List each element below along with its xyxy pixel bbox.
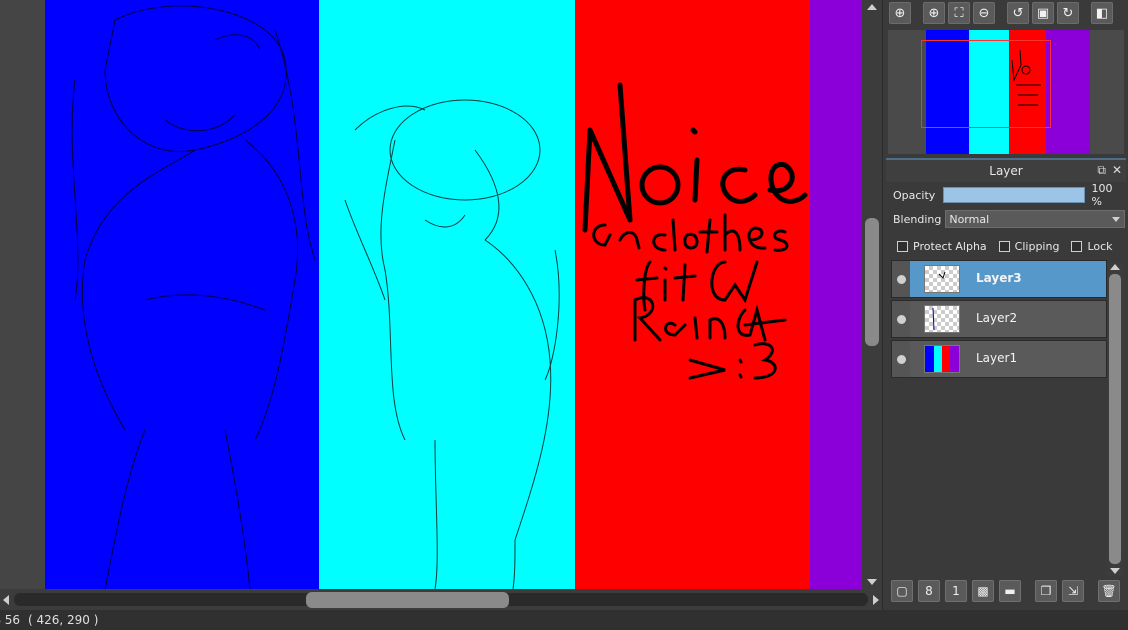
- layer-row-layer1[interactable]: Layer1: [891, 340, 1107, 378]
- layer-list: Layer3 Layer2 Layer1: [889, 260, 1107, 576]
- layer-toolbar: ▢ 8 1 ▩ ▬ ❐ ⇲ 🗑: [891, 580, 1120, 606]
- layer-row-layer3[interactable]: Layer3: [891, 260, 1107, 298]
- blending-row: Blending Normal: [893, 210, 1125, 228]
- checkbox-box[interactable]: [1071, 240, 1083, 252]
- visibility-toggle[interactable]: [892, 261, 910, 297]
- scroll-down-arrow-icon[interactable]: [867, 579, 877, 585]
- new-8bit-layer-icon[interactable]: 8: [918, 580, 940, 602]
- navigator-toolbar: ⊕ ⊕ ⛶ ⊖ ↺ ▣ ↻ ◧: [889, 2, 1113, 26]
- checkbox-box[interactable]: [998, 240, 1010, 252]
- undock-icon[interactable]: ⧉: [1097, 163, 1106, 178]
- eye-icon: [896, 314, 906, 324]
- flip-icon[interactable]: ◧: [1091, 2, 1113, 24]
- layer-row-layer2[interactable]: Layer2: [891, 300, 1107, 338]
- layer-thumbnail: [924, 265, 960, 293]
- horizontal-scroll-thumb[interactable]: [306, 592, 509, 608]
- opacity-label: Opacity: [893, 188, 936, 202]
- layer-name: Layer1: [976, 351, 1018, 365]
- new-1bit-layer-icon[interactable]: 1: [945, 580, 967, 602]
- protect-alpha-label: Protect Alpha: [913, 239, 987, 253]
- canvas-horizontal-scrollbar[interactable]: [0, 589, 882, 610]
- visibility-toggle[interactable]: [892, 341, 910, 377]
- opacity-slider[interactable]: [943, 187, 1086, 203]
- duplicate-layer-icon[interactable]: ❐: [1035, 580, 1057, 602]
- blending-label: Blending: [893, 212, 942, 226]
- rotate-right-icon[interactable]: ↻: [1057, 2, 1079, 24]
- vertical-scroll-thumb[interactable]: [865, 218, 879, 346]
- new-halftone-layer-icon[interactable]: ▩: [972, 580, 994, 602]
- cursor-coordinates: ( 426, 290 ): [28, 613, 99, 627]
- scroll-up-arrow-icon[interactable]: [867, 4, 877, 10]
- app-window: 56 % ( 426, 290 ) ⊕ ⊕ ⛶ ⊖ ↺ ▣ ↻ ◧: [0, 0, 1128, 630]
- lock-label: Lock: [1087, 239, 1113, 253]
- zoom-in-icon[interactable]: ⊕: [923, 2, 945, 24]
- opacity-value: 100 %: [1091, 182, 1113, 208]
- layer-thumbnail: [924, 345, 960, 373]
- chevron-down-icon: [1112, 217, 1120, 222]
- layer-name: Layer2: [976, 311, 1018, 325]
- protect-alpha-checkbox[interactable]: Protect Alpha: [897, 240, 987, 253]
- layer-panel-title: Layer: [989, 164, 1023, 178]
- scroll-up-arrow-icon[interactable]: [1110, 264, 1120, 270]
- delete-layer-icon[interactable]: 🗑: [1098, 580, 1120, 602]
- layer-scroll-thumb[interactable]: [1109, 274, 1121, 564]
- sketch-layer: [71, 5, 808, 589]
- scroll-left-arrow-icon[interactable]: [3, 595, 9, 605]
- eye-icon: [896, 354, 906, 364]
- scroll-down-arrow-icon[interactable]: [1110, 568, 1120, 574]
- reset-view-icon[interactable]: ▣: [1032, 2, 1054, 24]
- rotate-left-icon[interactable]: ↺: [1007, 2, 1029, 24]
- zoom-fit-icon[interactable]: ⊕: [889, 2, 911, 24]
- canvas-vertical-scrollbar[interactable]: [862, 0, 882, 589]
- checkbox-box[interactable]: [897, 240, 908, 252]
- visibility-toggle[interactable]: [892, 301, 910, 337]
- status-bar: 56 % ( 426, 290 ): [0, 610, 1128, 630]
- fit-screen-icon[interactable]: ⛶: [948, 2, 970, 24]
- new-layer-icon[interactable]: ▢: [891, 580, 913, 602]
- layer3-thumb-sketch: [938, 271, 946, 279]
- canvas-area[interactable]: [0, 0, 882, 610]
- artwork[interactable]: [45, 0, 862, 589]
- scroll-right-arrow-icon[interactable]: [873, 595, 879, 605]
- clipping-label: Clipping: [1014, 239, 1060, 253]
- close-icon[interactable]: ✕: [1112, 163, 1122, 178]
- lock-checkbox[interactable]: Lock: [1071, 239, 1113, 253]
- zoom-out-icon[interactable]: ⊖: [973, 2, 995, 24]
- layer-options-row: Protect Alpha Clipping Lock: [897, 238, 1127, 254]
- blending-select[interactable]: Normal: [945, 210, 1125, 228]
- eye-icon: [896, 274, 906, 284]
- right-panel: ⊕ ⊕ ⛶ ⊖ ↺ ▣ ↻ ◧ Layer ⧉ ✕ Opacity 100 % …: [882, 0, 1128, 610]
- new-folder-icon[interactable]: ▬: [999, 580, 1021, 602]
- navigator-preview[interactable]: [888, 30, 1124, 154]
- clipping-checkbox[interactable]: Clipping: [998, 239, 1060, 253]
- layer-panel-header: Layer ⧉ ✕: [886, 158, 1126, 182]
- merge-down-icon[interactable]: ⇲: [1062, 580, 1084, 602]
- opacity-row: Opacity 100 %: [893, 182, 1125, 208]
- blending-value: Normal: [949, 212, 990, 226]
- layer-thumbnail: [924, 305, 960, 333]
- zoom-readout: 56 %: [0, 613, 20, 627]
- layer-name: Layer3: [976, 271, 1022, 285]
- layer2-thumb-sketch: [932, 307, 935, 331]
- layer-list-scrollbar[interactable]: [1107, 262, 1123, 576]
- navigator-view-rect[interactable]: [921, 40, 1051, 128]
